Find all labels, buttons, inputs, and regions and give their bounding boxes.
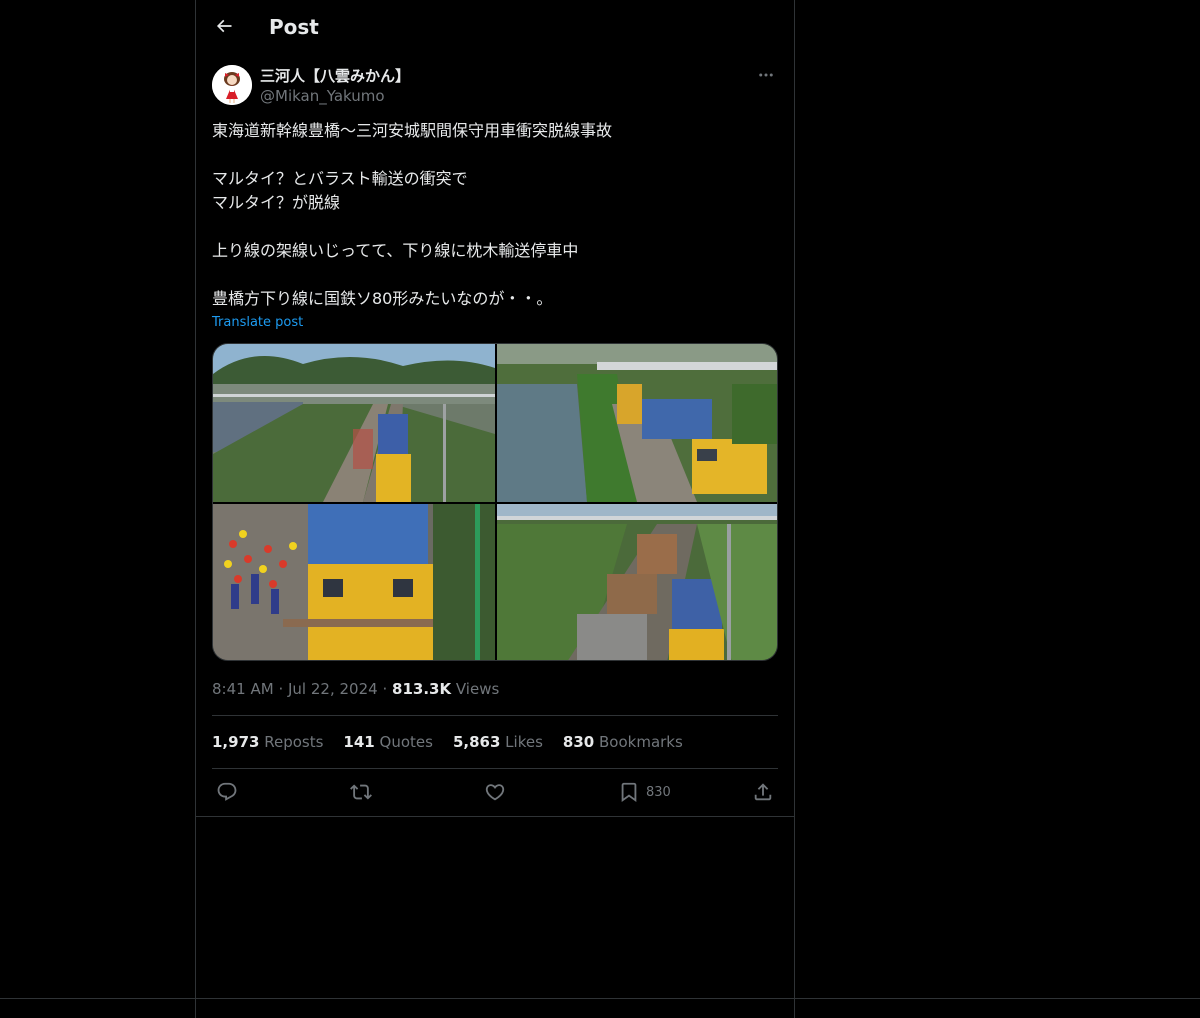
back-arrow-icon — [216, 19, 232, 33]
more-dots-icon — [759, 73, 773, 77]
reposts-stat[interactable]: 1,973 Reposts — [212, 732, 323, 752]
quotes-label: Quotes — [379, 733, 433, 751]
like-button[interactable] — [484, 781, 506, 803]
bookmark-button[interactable]: 830 — [618, 781, 671, 803]
repost-icon — [350, 784, 372, 800]
back-button[interactable] — [212, 14, 236, 38]
photo-railway-scene-3 — [213, 504, 495, 660]
post-text-line: マルタイ？が脱線 — [212, 193, 341, 212]
page-bottom-line — [0, 998, 1200, 999]
reposts-label: Reposts — [264, 733, 324, 751]
repost-button[interactable] — [350, 781, 372, 803]
bookmark-icon — [621, 782, 637, 803]
bookmarks-count: 830 — [562, 733, 595, 751]
more-options-button[interactable] — [754, 65, 778, 85]
bookmarks-stat[interactable]: 830 Bookmarks — [563, 732, 683, 752]
post-text: 東海道新幹線豊橋〜三河安城駅間保守用車衝突脱線事故 マルタイ？とバラスト輸送の衝… — [212, 119, 778, 311]
views-label: Views — [455, 680, 500, 698]
heart-icon — [485, 784, 505, 801]
post-time[interactable]: 8:41 AM — [212, 680, 274, 698]
media-grid — [212, 343, 778, 661]
page-header: Post — [196, 0, 794, 54]
post-text-line: マルタイ？とバラスト輸送の衝突で — [212, 169, 468, 188]
post-bottom-border — [196, 816, 794, 817]
reply-icon — [217, 782, 237, 801]
post-text-line: 東海道新幹線豊橋〜三河安城駅間保守用車衝突脱線事故 — [212, 121, 613, 140]
reply-button[interactable] — [216, 781, 238, 803]
likes-stat[interactable]: 5,863 Likes — [453, 732, 543, 752]
post-text-line — [212, 263, 778, 287]
likes-label: Likes — [505, 733, 543, 751]
bookmark-count: 830 — [646, 784, 671, 800]
post-text-line: 上り線の架線いじってて、下り線に枕木輸送停車中 — [212, 241, 579, 260]
primary-column: Post 三河人【八雲みかん】 @Mikan_Yakumo 東海道新幹線豊橋〜三… — [195, 0, 795, 1018]
meta-separator: · — [382, 680, 388, 698]
post-text-line — [212, 143, 778, 167]
media-photo-3[interactable] — [213, 504, 495, 660]
media-photo-4[interactable] — [497, 504, 777, 660]
avatar[interactable] — [212, 65, 252, 105]
post-text-line — [212, 215, 778, 239]
divider — [212, 715, 778, 716]
quotes-count: 141 — [343, 733, 375, 751]
likes-count: 5,863 — [452, 733, 501, 751]
action-bar: 830 — [196, 769, 794, 816]
post-text-line: 豊橋方下り線に国鉄ソ80形みたいなのが・・。 — [212, 289, 553, 308]
photo-railway-scene-2 — [497, 344, 777, 502]
quotes-stat[interactable]: 141 Quotes — [343, 732, 433, 752]
photo-railway-scene-4 — [497, 504, 777, 660]
page: Post 三河人【八雲みかん】 @Mikan_Yakumo 東海道新幹線豊橋〜三… — [0, 0, 1200, 1018]
views-count: 813.3K — [392, 680, 452, 698]
page-title: Post — [269, 15, 319, 39]
share-icon — [754, 783, 772, 801]
photo-railway-scene-1 — [213, 344, 495, 502]
reposts-count: 1,973 — [212, 733, 260, 751]
author-handle[interactable]: @Mikan_Yakumo — [260, 86, 385, 106]
translate-post-link[interactable]: Translate post — [212, 313, 303, 333]
avatar-image — [212, 65, 252, 105]
media-photo-2[interactable] — [497, 344, 777, 502]
bookmarks-label: Bookmarks — [599, 733, 683, 751]
meta-separator: · — [278, 680, 284, 698]
engagement-stats: 1,973 Reposts 141 Quotes 5,863 Likes 830… — [212, 732, 683, 752]
share-button[interactable] — [752, 781, 774, 803]
author-display-name[interactable]: 三河人【八雲みかん】 — [260, 66, 410, 86]
post-date[interactable]: Jul 22, 2024 — [288, 680, 378, 698]
media-photo-1[interactable] — [213, 344, 495, 502]
post-author: 三河人【八雲みかん】 @Mikan_Yakumo — [212, 65, 778, 107]
post-meta: 8:41 AM · Jul 22, 2024 · 813.3K Views — [212, 679, 499, 699]
